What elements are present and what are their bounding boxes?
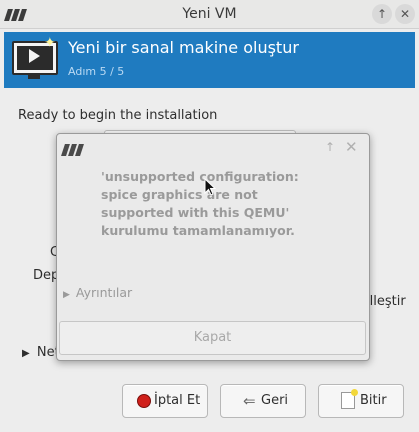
finish-icon [341, 389, 358, 409]
maximize-button[interactable]: ↑ [372, 4, 392, 24]
cancel-icon [137, 394, 151, 408]
network-expander[interactable]: ▶ Net [22, 345, 60, 360]
ready-label: Ready to begin the installation [18, 108, 218, 123]
window-title: Yeni VM [182, 6, 237, 22]
expander-arrow-icon: ▶ [22, 348, 30, 359]
details-label: Ayrıntılar [75, 285, 133, 300]
dialog-logo-icon [61, 144, 85, 156]
title-bar: Yeni VM ↑ ✕ [0, 0, 419, 29]
dialog-maximize-button[interactable]: ↑ [325, 140, 335, 154]
new-star-icon: ✦ [44, 35, 56, 51]
close-window-button[interactable]: ✕ [395, 4, 415, 24]
error-dialog: ↑ ✕ 'unsupported configuration: spice gr… [56, 133, 370, 361]
finish-button[interactable]: Bitir [318, 384, 404, 418]
wizard-step: Adım 5 / 5 [68, 65, 125, 78]
dialog-close-icon[interactable]: ✕ [345, 138, 358, 156]
customize-label-fragment: ılleştir [366, 294, 406, 309]
cancel-button[interactable]: İptal Et [122, 384, 208, 418]
wizard-title: Yeni bir sanal makine oluştur [68, 38, 299, 57]
wizard-header: ✦ Yeni bir sanal makine oluştur Adım 5 /… [4, 32, 415, 88]
dialog-close-button[interactable]: Kapat [59, 321, 366, 355]
back-arrow-icon: ⇐ [243, 392, 256, 410]
mouse-pointer-icon [204, 178, 216, 196]
expander-arrow-icon: ▶ [63, 290, 70, 300]
details-expander[interactable]: ▶ Ayrıntılar [63, 285, 132, 300]
error-message: 'unsupported configuration: spice graphi… [101, 169, 299, 238]
back-button[interactable]: ⇐ Geri [220, 384, 306, 418]
new-vm-window: Yeni VM ↑ ✕ ✦ Yeni bir sanal makine oluş… [0, 0, 419, 432]
